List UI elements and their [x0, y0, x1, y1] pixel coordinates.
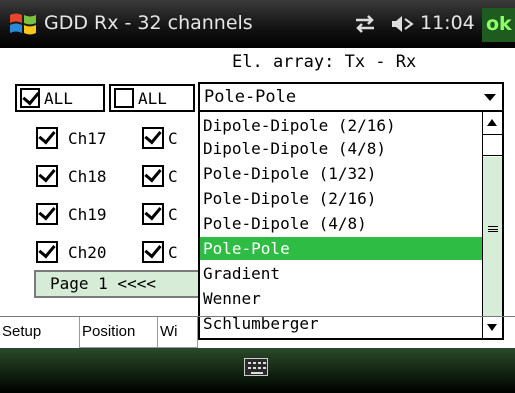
channel-checkbox[interactable] [142, 203, 164, 225]
channel-checkbox[interactable] [142, 165, 164, 187]
channel-label: Ch19 [68, 204, 107, 224]
clock: 11:04 [420, 12, 475, 34]
electrode-array-dropdown[interactable]: Dipole-Dipole (2/16) Dipole-Dipole (4/8)… [198, 110, 504, 340]
window-title: GDD Rx - 32 channels [44, 12, 253, 34]
tab-position[interactable]: Position [80, 317, 158, 348]
channel-label: C [168, 204, 178, 224]
uncheck-all-button[interactable]: ALL [109, 84, 195, 112]
channel-label: C [168, 242, 178, 262]
check-all-label: ALL [44, 88, 73, 108]
scroll-up-icon[interactable] [483, 112, 502, 134]
ok-button[interactable]: ok [482, 8, 515, 42]
scroll-thumb[interactable] [483, 134, 502, 156]
uncheck-all-label: ALL [138, 88, 167, 108]
scroll-track[interactable] [483, 157, 502, 316]
connectivity-icon[interactable] [352, 14, 378, 34]
check-all-button[interactable]: ALL [15, 84, 105, 112]
channel-label: C [168, 128, 178, 148]
channel-row: Ch20 C [36, 240, 178, 264]
dropdown-option[interactable]: Wenner [200, 287, 482, 310]
windows-start-icon[interactable] [8, 9, 38, 39]
channel-label: Ch18 [68, 166, 107, 186]
channel-row: Ch18 C [36, 164, 178, 188]
channel-row: Ch19 C [36, 202, 178, 226]
dropdown-scrollbar[interactable] [482, 112, 502, 338]
channel-checkbox[interactable] [36, 241, 58, 263]
dropdown-option[interactable]: Gradient [200, 262, 482, 285]
tab-bar: Setup Position Wi [0, 316, 515, 348]
dropdown-option[interactable]: Pole-Dipole (2/16) [200, 187, 482, 210]
dropdown-option[interactable]: Dipole-Dipole (4/8) [200, 137, 482, 160]
scroll-grip-icon [488, 226, 498, 232]
dropdown-option[interactable]: Pole-Dipole (1/32) [200, 162, 482, 185]
channel-checkbox[interactable] [36, 203, 58, 225]
uncheck-all-checkbox[interactable] [114, 88, 134, 108]
array-label: El. array: Tx - Rx [232, 52, 417, 72]
chevron-down-icon[interactable] [478, 84, 502, 110]
check-all-checkbox[interactable] [20, 88, 40, 108]
dropdown-option[interactable]: Dipole-Dipole (2/16) [200, 114, 482, 137]
channel-label: C [168, 166, 178, 186]
channel-row: Ch17 C [36, 126, 178, 150]
main-content: El. array: Tx - Rx ALL ALL Pole-Pole Ch1… [0, 48, 515, 348]
channel-label: Ch20 [68, 242, 107, 262]
electrode-array-value: Pole-Pole [204, 87, 297, 107]
channel-label: Ch17 [68, 128, 107, 148]
channel-checkbox[interactable] [36, 127, 58, 149]
tab-wi[interactable]: Wi [158, 317, 198, 348]
channel-checkbox[interactable] [142, 127, 164, 149]
dropdown-option-selected[interactable]: Pole-Pole [200, 237, 482, 260]
title-bar: GDD Rx - 32 channels 11:04 ok [0, 0, 515, 48]
volume-icon[interactable] [390, 13, 414, 35]
softkey-bar [0, 348, 515, 393]
channel-checkbox[interactable] [36, 165, 58, 187]
electrode-array-select[interactable]: Pole-Pole [198, 82, 504, 112]
page-navigation[interactable]: Page 1 <<<< [34, 270, 214, 298]
tab-setup[interactable]: Setup [0, 317, 80, 348]
dropdown-option[interactable]: Pole-Dipole (4/8) [200, 212, 482, 235]
keyboard-icon[interactable] [244, 358, 268, 376]
channel-checkbox[interactable] [142, 241, 164, 263]
